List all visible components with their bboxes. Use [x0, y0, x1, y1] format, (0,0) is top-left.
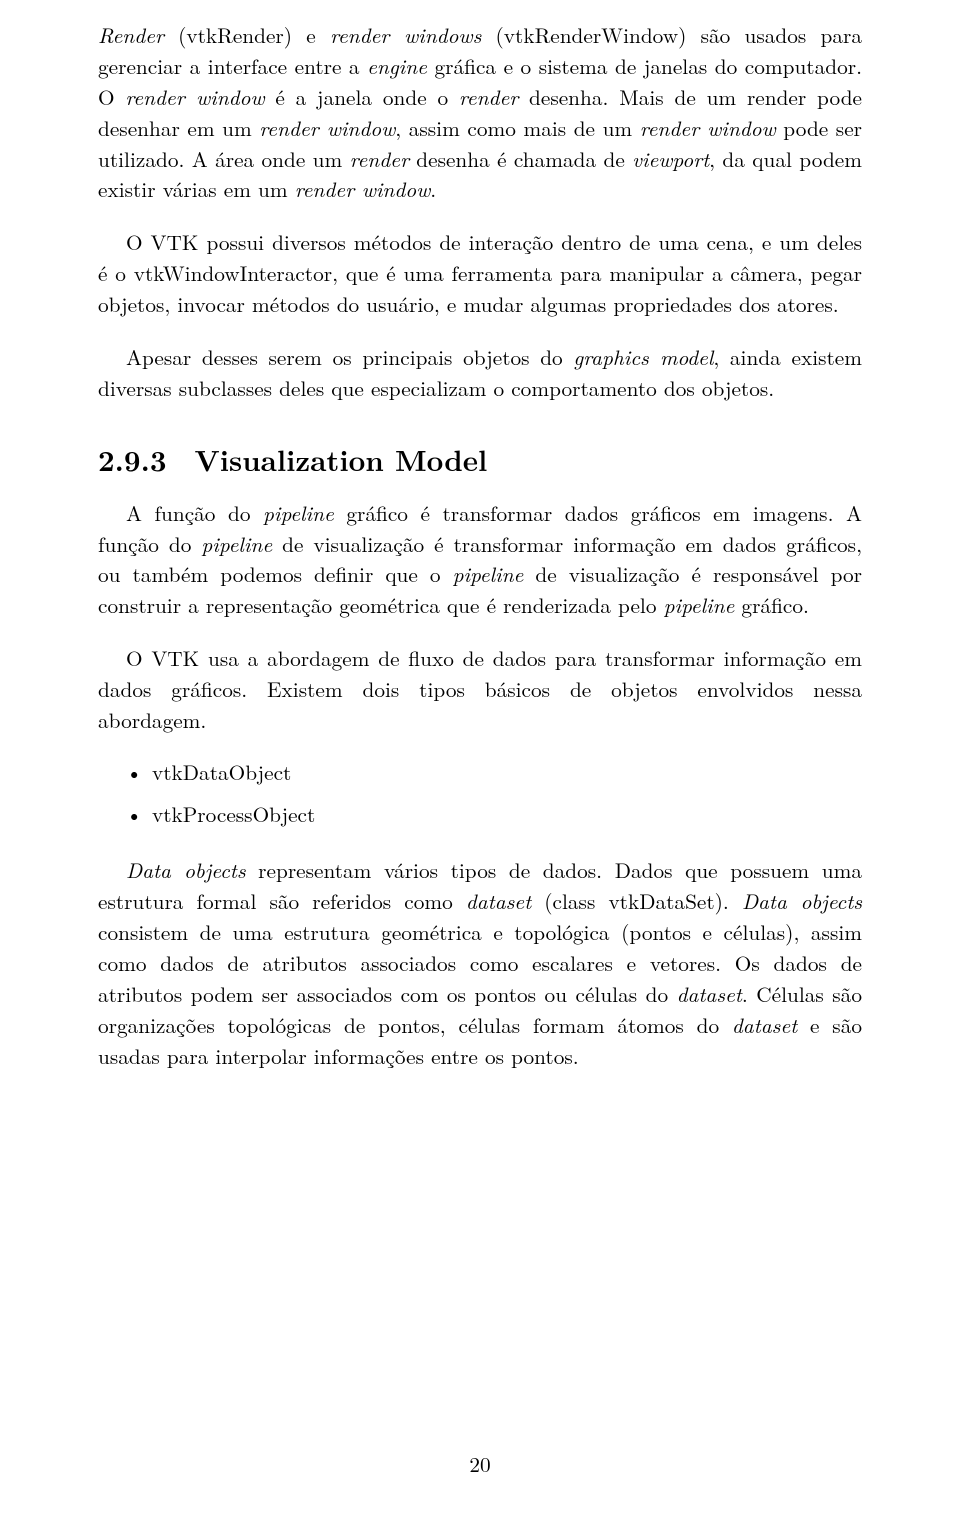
text: render: [350, 144, 409, 174]
bullet-list: vtkDataObject vtkProcessObject: [98, 758, 862, 830]
text: render window: [640, 113, 776, 143]
text: pipeline: [201, 529, 272, 559]
list-item: vtkDataObject: [152, 758, 862, 788]
text: graphics model: [573, 342, 713, 372]
page: Render (vtkRender) e render windows (vtk…: [0, 0, 960, 1515]
paragraph-dataflow: O VTK usa a abordagem de fluxo de dados …: [98, 643, 862, 736]
paragraph-vtk-interaction: O VTK possui diversos métodos de interaç…: [98, 227, 862, 320]
text: , assim como mais de um: [395, 113, 639, 143]
text: pipeline: [453, 559, 524, 589]
text: dataset: [466, 886, 531, 916]
text: render: [459, 82, 518, 112]
text: desenha é chamada de: [409, 144, 632, 174]
text: A função do: [126, 498, 263, 528]
text: Data objects: [742, 886, 862, 916]
text: render window: [259, 113, 395, 143]
text: pipeline: [263, 498, 334, 528]
heading-title: Visualization Model: [195, 438, 488, 480]
text: dataset: [732, 1010, 797, 1040]
text: Apesar desses serem os principais objeto…: [126, 342, 573, 372]
paragraph-render-windows: Render (vtkRender) e render windows (vtk…: [98, 20, 862, 205]
text: dataset: [677, 979, 742, 1009]
text: pipeline: [664, 590, 735, 620]
text: (vtkRender) e: [164, 20, 330, 50]
page-number: 20: [0, 1449, 960, 1479]
text: .: [430, 174, 436, 204]
text: render window: [295, 174, 431, 204]
text: Render: [98, 20, 164, 50]
text: render window: [125, 82, 264, 112]
text: render windows: [330, 20, 481, 50]
text: (class vtkDataSet).: [531, 886, 742, 916]
paragraph-graphics-model: Apesar desses serem os principais objeto…: [98, 342, 862, 404]
text: gráfico.: [734, 590, 809, 620]
text: engine: [367, 51, 427, 81]
section-heading: 2.9.3 Visualization Model: [98, 438, 862, 480]
text: Data objects: [126, 855, 246, 885]
heading-number: 2.9.3: [98, 438, 167, 480]
text: viewport: [632, 144, 709, 174]
paragraph-pipeline-intro: A função do pipeline gráfico é transform…: [98, 498, 862, 622]
paragraph-data-objects: Data objects representam vários tipos de…: [98, 855, 862, 1071]
text: é a janela onde o: [265, 82, 459, 112]
list-item: vtkProcessObject: [152, 800, 862, 830]
